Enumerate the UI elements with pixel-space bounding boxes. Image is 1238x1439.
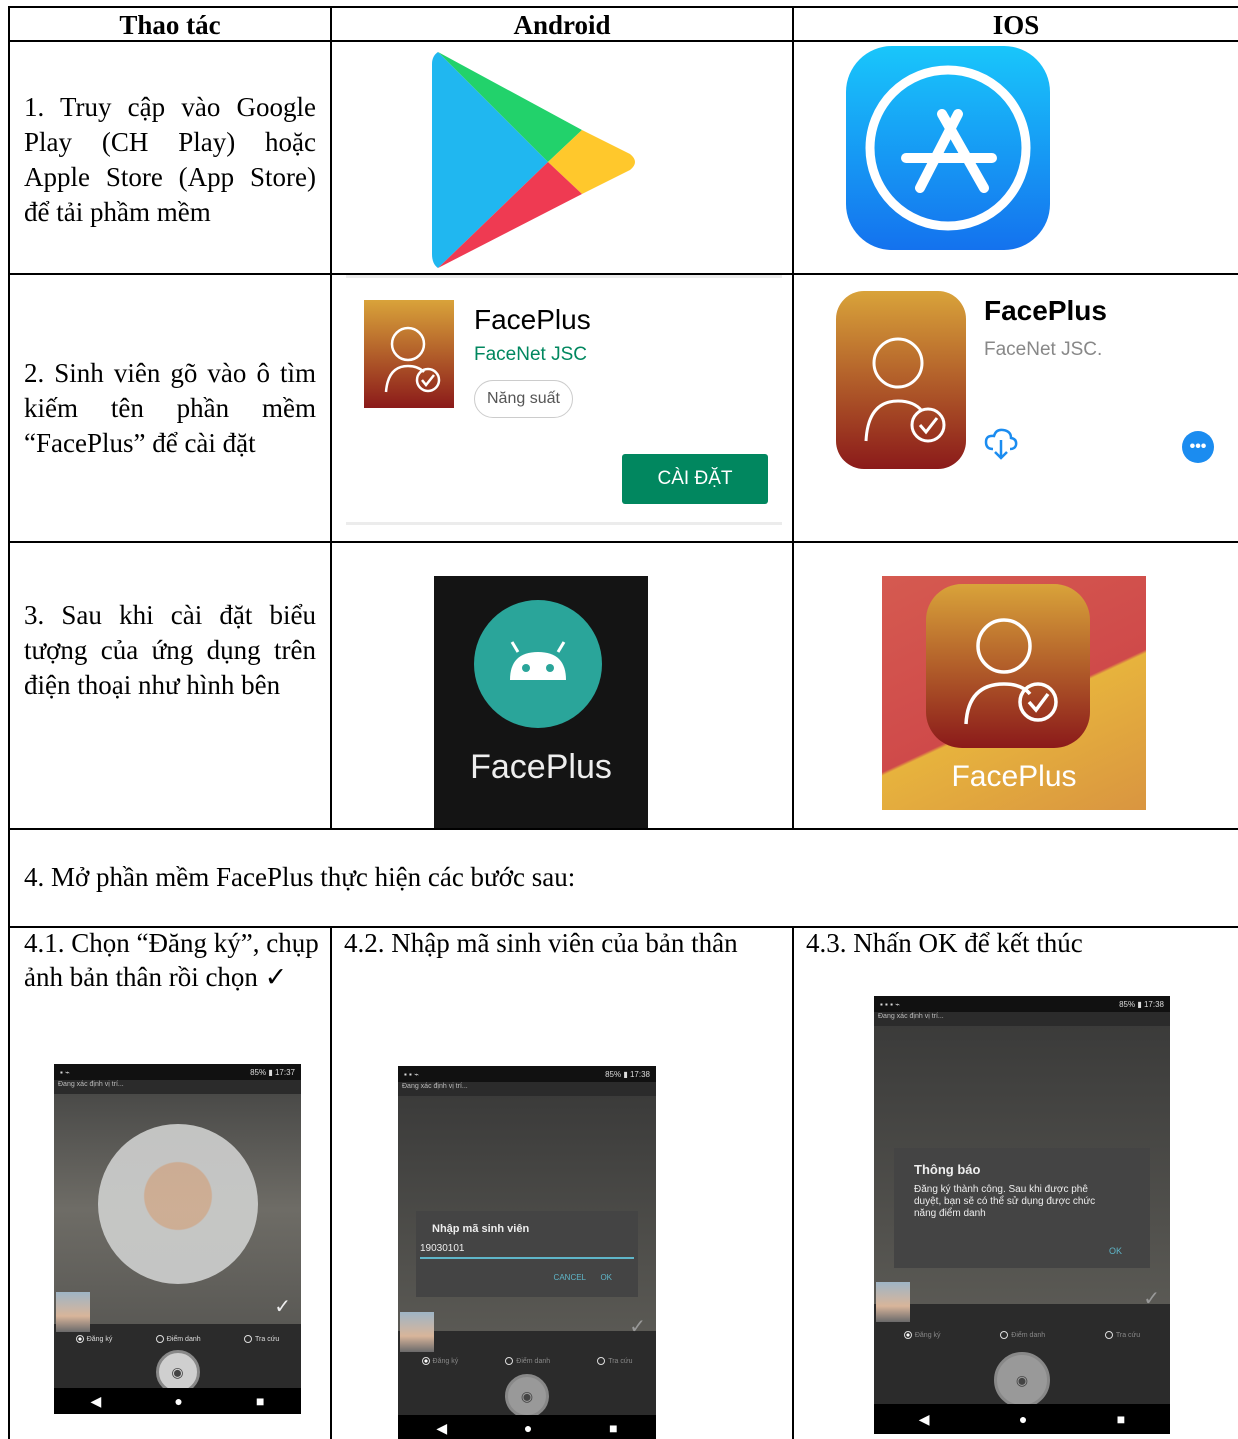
nav-bar: ◀ ● ■	[54, 1388, 301, 1414]
notice-ok-button[interactable]: OK	[1109, 1246, 1122, 1256]
row-divider	[10, 541, 1238, 543]
ios-store-listing: FacePlus FaceNet JSC. •••	[804, 275, 1238, 541]
radio-lookup[interactable]: Tra cứu	[597, 1357, 632, 1365]
header-ios: IOS	[992, 9, 1040, 40]
back-icon[interactable]: ◀	[919, 1411, 930, 1428]
locating-text: Đang xác định vị trí...	[878, 1013, 944, 1020]
dialog-title: Nhập mã sinh viên	[432, 1223, 530, 1235]
col-divider	[792, 926, 794, 1439]
nav-bar: ◀ ● ■	[398, 1415, 656, 1439]
success-dialog: Thông báo Đăng ký thành công. Sau khi đư…	[894, 1148, 1150, 1268]
col-divider	[330, 8, 332, 830]
step-1-text: 1. Truy cập vào Google Play (CH Play) ho…	[24, 92, 316, 227]
confirm-check-icon[interactable]: ✓	[1143, 1286, 1160, 1311]
step-4-2-text: 4.2. Nhập mã sinh viên của bản thân	[344, 928, 738, 958]
instruction-table: Thao tác Android IOS 1. Truy cập vào Goo…	[8, 6, 1238, 1439]
ios-app-name: FacePlus	[984, 295, 1107, 326]
ios-home-icon: FacePlus	[882, 576, 1146, 810]
radio-attend[interactable]: Điểm danh	[1000, 1331, 1045, 1339]
cloud-download-icon[interactable]	[984, 427, 1018, 461]
radio-register[interactable]: Đăng ký	[75, 1335, 112, 1343]
ios-home-label: FacePlus	[951, 760, 1077, 793]
captured-photo-thumbnail[interactable]	[400, 1312, 434, 1352]
header-operation: Thao tác	[119, 9, 221, 40]
radio-register[interactable]: Đăng ký	[421, 1357, 458, 1365]
android-developer: FaceNet JSC	[474, 344, 587, 365]
radio-lookup[interactable]: Tra cứu	[244, 1335, 279, 1343]
recents-icon[interactable]: ■	[609, 1420, 617, 1436]
face-frame	[98, 1124, 258, 1284]
status-bar: ▪ ▪ ⌁ 85% ▮ 17:38	[398, 1066, 656, 1082]
confirm-check-icon[interactable]: ✓	[629, 1314, 646, 1339]
step-4-3-text: 4.3. Nhấn OK để kết thúc	[806, 928, 1083, 958]
student-id-dialog: Nhập mã sinh viên 19030101 CANCEL OK	[416, 1211, 638, 1297]
phone-screenshot-student-id: ▪ ▪ ⌁ 85% ▮ 17:38 Đang xác định vị trí...…	[398, 1066, 656, 1439]
more-options-icon[interactable]: •••	[1182, 431, 1214, 463]
ios-developer: FaceNet JSC.	[984, 339, 1103, 360]
radio-lookup[interactable]: Tra cứu	[1104, 1331, 1140, 1339]
step-4-1-text: 4.1. Chọn “Đăng ký”, chụp ảnh bản thân r…	[24, 928, 319, 992]
notice-title: Thông báo	[914, 1162, 981, 1177]
status-bar: ▪ ▪ ▪ ⌁ 85% ▮ 17:38	[874, 996, 1170, 1012]
home-icon[interactable]: ●	[524, 1420, 532, 1436]
mode-radio-group: Đăng ký Điểm danh Tra cứu	[874, 1326, 1170, 1344]
radio-attend[interactable]: Điểm danh	[155, 1335, 201, 1343]
radio-register[interactable]: Đăng ký	[903, 1331, 941, 1339]
confirm-check-icon[interactable]: ✓	[274, 1294, 291, 1319]
recents-icon[interactable]: ■	[256, 1393, 264, 1409]
install-button[interactable]: CÀI ĐẶT	[622, 454, 768, 504]
student-id-input[interactable]: 19030101	[420, 1243, 634, 1259]
captured-photo-thumbnail[interactable]	[876, 1282, 910, 1322]
home-icon[interactable]: ●	[1019, 1411, 1027, 1427]
category-chip[interactable]: Năng suất	[474, 380, 573, 418]
camera-icon: ◉	[1015, 1371, 1029, 1388]
android-robot-icon	[474, 600, 602, 728]
google-play-icon	[432, 52, 635, 268]
step-2-text: 2. Sinh viên gõ vào ô tìm kiếm tên phần …	[24, 358, 316, 458]
col-divider	[330, 926, 332, 1439]
radio-attend[interactable]: Điểm danh	[505, 1357, 550, 1365]
cancel-button[interactable]: CANCEL	[554, 1273, 586, 1282]
phone-screenshot-register: ▪ ⌁ 85% ▮ 17:37 Đang xác định vị trí... ✓…	[54, 1064, 301, 1414]
mode-radio-group: Đăng ký Điểm danh Tra cứu	[398, 1352, 656, 1370]
shutter-button[interactable]: ◉	[994, 1352, 1050, 1408]
camera-icon: ◉	[171, 1363, 184, 1380]
faceplus-icon	[364, 300, 454, 408]
step-4-text: 4. Mở phần mềm FacePlus thực hiện các bư…	[24, 862, 576, 892]
android-home-icon: FacePlus	[434, 576, 648, 828]
back-icon[interactable]: ◀	[91, 1393, 102, 1410]
locating-text: Đang xác định vị trí...	[58, 1081, 124, 1088]
captured-photo-thumbnail[interactable]	[56, 1292, 90, 1332]
shutter-button[interactable]: ◉	[505, 1374, 549, 1418]
mode-radio-group: Đăng ký Điểm danh Tra cứu	[54, 1330, 301, 1348]
faceplus-icon	[836, 291, 966, 469]
step-3-text: 3. Sau khi cài đặt biểu tượng của ứng dụ…	[24, 600, 316, 700]
phone-screenshot-success: ▪ ▪ ▪ ⌁ 85% ▮ 17:38 Đang xác định vị trí.…	[874, 996, 1170, 1434]
status-bar: ▪ ⌁ 85% ▮ 17:37	[54, 1064, 301, 1080]
android-home-label: FacePlus	[470, 748, 612, 786]
locating-text: Đang xác định vị trí...	[402, 1083, 468, 1090]
camera-icon: ◉	[520, 1387, 534, 1404]
home-icon[interactable]: ●	[174, 1393, 182, 1409]
header-android: Android	[513, 9, 611, 40]
camera-preview	[54, 1094, 301, 1324]
back-icon[interactable]: ◀	[436, 1420, 447, 1437]
nav-bar: ◀ ● ■	[874, 1404, 1170, 1434]
android-app-name: FacePlus	[474, 304, 591, 335]
android-store-listing: FacePlus FaceNet JSC Năng suất CÀI ĐẶT	[346, 275, 782, 525]
ok-button[interactable]: OK	[600, 1273, 612, 1282]
row-divider	[10, 828, 1238, 830]
notice-body: Đăng ký thành công. Sau khi được phê duy…	[914, 1184, 1096, 1219]
col-divider	[792, 8, 794, 830]
faceplus-icon	[926, 584, 1090, 748]
recents-icon[interactable]: ■	[1117, 1411, 1125, 1427]
app-store-icon	[846, 46, 1050, 250]
